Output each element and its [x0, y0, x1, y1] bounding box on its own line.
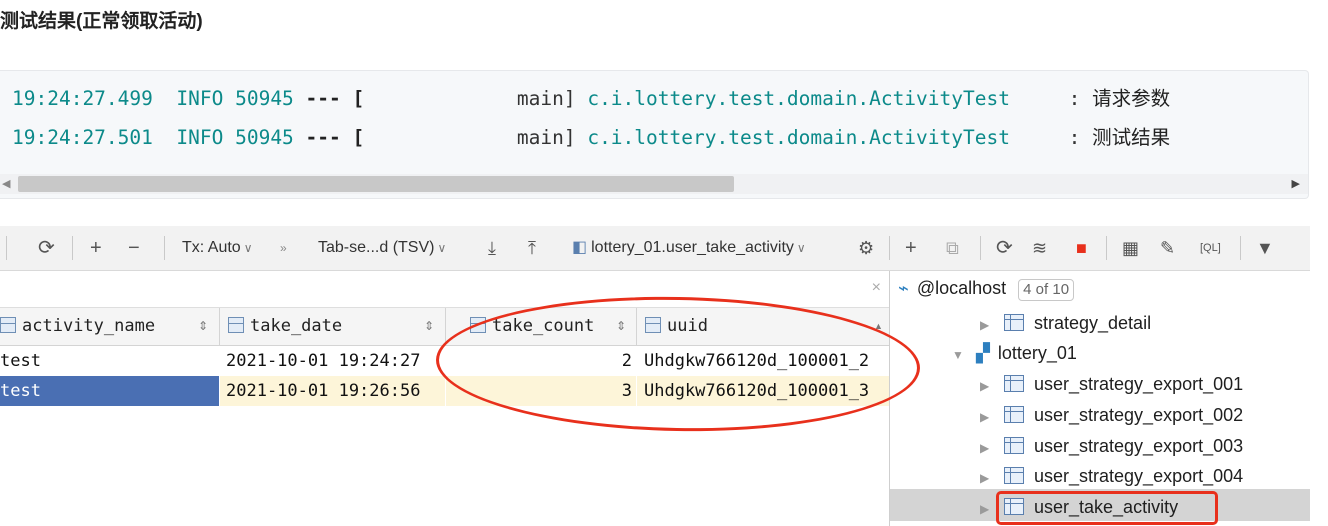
sort-icon[interactable]: ⇕: [198, 308, 208, 345]
table-selector-dropdown[interactable]: ◧ lottery_01.user_take_activity ∨: [572, 226, 806, 270]
expand-icon[interactable]: ▶: [980, 402, 990, 432]
page-heading: 测试结果(正常领取活动): [0, 11, 203, 32]
expand-icon[interactable]: ▶: [980, 494, 990, 524]
tx-mode-dropdown[interactable]: Tx: Auto ∨: [182, 226, 253, 270]
count-badge: 4 of 10: [1018, 279, 1075, 301]
cell-take-date[interactable]: 2021-10-01 19:24:27: [220, 346, 445, 376]
tree-item-strategy-detail[interactable]: ▶ strategy_detail: [980, 308, 1151, 338]
export-format-dropdown[interactable]: Tab-se...d (TSV) ∨: [318, 226, 446, 270]
table-icon: [1004, 314, 1024, 331]
overflow-chevron-icon[interactable]: »: [280, 226, 287, 270]
log-line: 19:24:27.499 INFO 50945 --- [ main] c.i.…: [12, 87, 1171, 110]
copy-icon[interactable]: ⧉: [946, 226, 959, 270]
tree-item-lottery-01[interactable]: ▼ ▞ lottery_01: [952, 338, 1077, 368]
tree-host-node[interactable]: ⌁ @localhost 4 of 10: [898, 273, 1075, 303]
column-header-activity-name[interactable]: activity_name: [0, 308, 155, 345]
cell-activity-name[interactable]: test: [0, 376, 219, 406]
expand-icon[interactable]: ▶: [980, 310, 990, 340]
tree-item-user-strategy-export-004[interactable]: ▶ user_strategy_export_004: [980, 461, 1243, 491]
download-icon[interactable]: ⤓: [488, 226, 496, 270]
add-connection-icon[interactable]: +: [905, 226, 917, 270]
stop-icon[interactable]: ■: [1076, 226, 1087, 270]
toolbar-divider: [6, 236, 7, 260]
filter-icon[interactable]: ▼: [1256, 226, 1274, 270]
properties-icon[interactable]: ≋: [1032, 226, 1047, 270]
add-row-icon[interactable]: +: [90, 226, 102, 270]
database-tree: ⌁ @localhost 4 of 10 ▶ strategy_detail ▼ ▞ lo…: [890, 271, 1310, 526]
schema-icon: ▞: [976, 343, 990, 363]
table-icon: [1004, 437, 1024, 454]
log-output: 19:24:27.499 INFO 50945 --- [ main] c.i.…: [0, 70, 1309, 199]
scrollbar-thumb[interactable]: [18, 176, 734, 192]
cell-take-date[interactable]: 2021-10-01 19:26:56: [220, 376, 445, 406]
database-icon: ⌁: [898, 278, 909, 298]
toolbar-divider: [889, 236, 890, 260]
column-icon: [0, 317, 16, 333]
sort-icon[interactable]: ⇕: [424, 308, 434, 345]
settings-icon[interactable]: ⚙: [858, 226, 874, 270]
log-line: 19:24:27.501 INFO 50945 --- [ main] c.i.…: [12, 126, 1171, 149]
tree-item-user-strategy-export-002[interactable]: ▶ user_strategy_export_002: [980, 400, 1243, 430]
scroll-right-icon[interactable]: ▶: [1292, 177, 1300, 190]
table-icon: [1004, 467, 1024, 484]
toolbar-divider: [1106, 236, 1107, 260]
table-icon: [1004, 406, 1024, 423]
expand-icon[interactable]: ▶: [980, 433, 990, 463]
column-icon: [228, 317, 244, 333]
expand-icon[interactable]: ▶: [980, 371, 990, 401]
toolbar-divider: [980, 236, 981, 260]
sync-icon[interactable]: ⟳: [996, 226, 1013, 270]
table-view-icon[interactable]: ▦: [1122, 226, 1139, 270]
horizontal-scrollbar[interactable]: ◀ ▶: [0, 174, 1308, 194]
cell-activity-name[interactable]: test: [0, 346, 219, 376]
tree-item-user-strategy-export-003[interactable]: ▶ user_strategy_export_003: [980, 431, 1243, 461]
upload-icon[interactable]: ⤒: [528, 226, 536, 270]
column-divider[interactable]: [445, 308, 446, 345]
collapse-icon[interactable]: ▼: [952, 340, 964, 370]
sql-console-icon[interactable]: [QL]: [1200, 226, 1221, 270]
remove-row-icon[interactable]: −: [128, 226, 140, 270]
scroll-left-icon[interactable]: ◀: [2, 177, 10, 190]
table-icon: [1004, 375, 1024, 392]
edit-icon[interactable]: ✎: [1160, 226, 1175, 270]
column-header-take-date[interactable]: take_date: [228, 308, 342, 345]
column-divider[interactable]: [219, 308, 220, 345]
table-icon: ◧: [572, 239, 588, 256]
close-icon[interactable]: ×: [872, 279, 881, 297]
toolbar-divider: [164, 236, 165, 260]
toolbar-divider: [1240, 236, 1241, 260]
ide-toolbar: ⟳ + − Tx: Auto ∨ » Tab-se...d (TSV) ∨ ⤓ ⤒ …: [0, 226, 1310, 271]
annotation-rectangle: [996, 491, 1218, 525]
refresh-icon[interactable]: ⟳: [38, 226, 55, 270]
toolbar-divider: [72, 236, 73, 260]
tree-item-user-strategy-export-001[interactable]: ▶ user_strategy_export_001: [980, 369, 1243, 399]
